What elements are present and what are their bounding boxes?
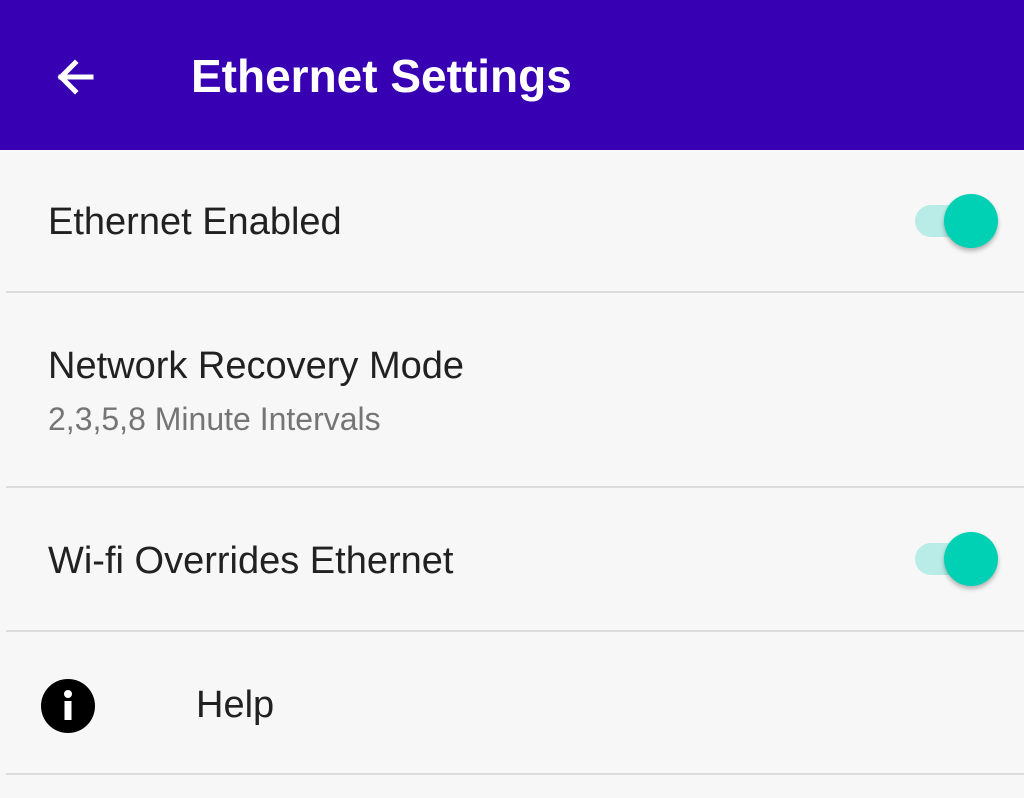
toggle-thumb	[944, 532, 998, 586]
ethernet-enabled-toggle[interactable]	[915, 193, 999, 249]
toggle-thumb	[944, 194, 998, 248]
setting-row-help[interactable]: Help	[0, 632, 1024, 774]
setting-row-wifi-overrides-ethernet[interactable]: Wi-fi Overrides Ethernet	[0, 488, 1024, 630]
wifi-overrides-ethernet-toggle[interactable]	[915, 531, 999, 587]
divider	[6, 773, 1024, 775]
app-bar: Ethernet Settings	[0, 0, 1024, 150]
setting-row-ethernet-enabled[interactable]: Ethernet Enabled	[0, 150, 1024, 292]
info-icon	[41, 679, 95, 733]
setting-label-network-recovery-mode: Network Recovery Mode	[48, 345, 465, 387]
setting-label-wifi-overrides-ethernet: Wi-fi Overrides Ethernet	[48, 540, 454, 582]
setting-summary-network-recovery-mode: 2,3,5,8 Minute Intervals	[48, 401, 381, 437]
back-button[interactable]	[40, 42, 110, 112]
page-title: Ethernet Settings	[191, 50, 572, 102]
arrow-left-icon	[57, 59, 94, 95]
setting-label-ethernet-enabled: Ethernet Enabled	[48, 201, 342, 243]
setting-label-help: Help	[196, 684, 275, 726]
setting-row-network-recovery-mode[interactable]: Network Recovery Mode 2,3,5,8 Minute Int…	[0, 293, 1024, 487]
